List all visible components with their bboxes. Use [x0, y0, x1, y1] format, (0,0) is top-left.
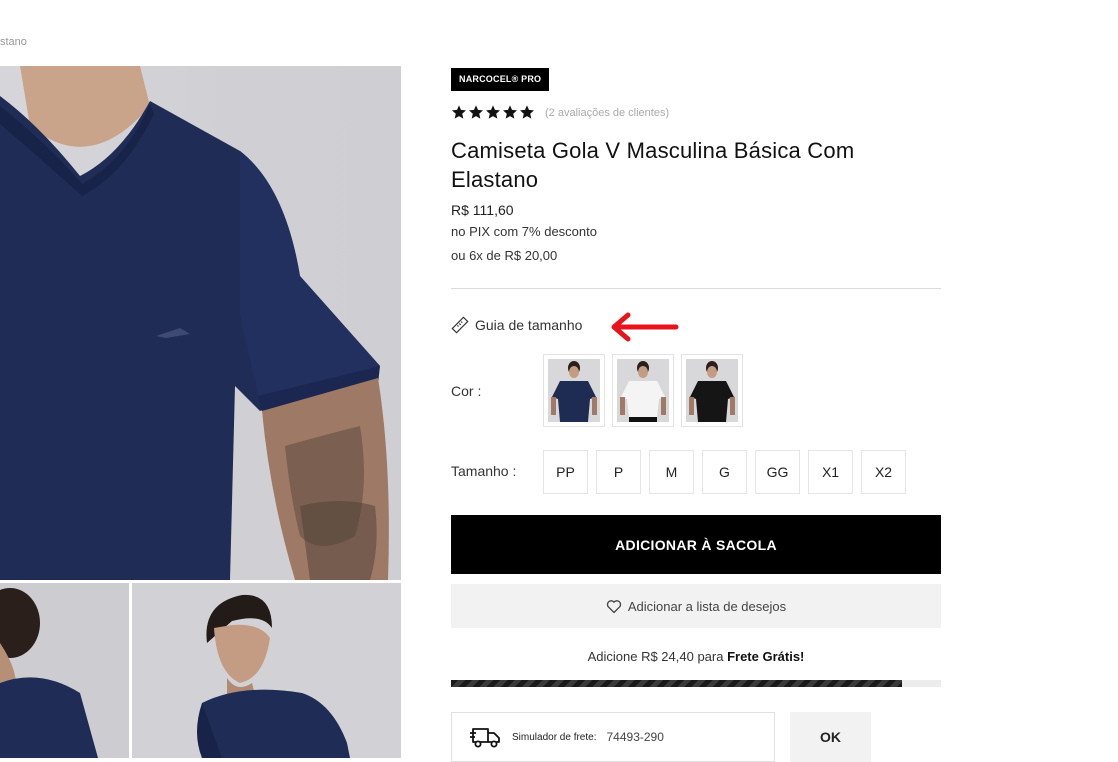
product-price: R$ 111,60 [451, 202, 514, 218]
calculate-shipping-button[interactable]: OK [790, 712, 871, 762]
size-option[interactable]: G [702, 450, 747, 494]
size-option[interactable]: M [649, 450, 694, 494]
shipping-simulator-label: Simulador de frete: [512, 731, 597, 743]
zip-code-input[interactable] [606, 730, 757, 744]
color-swatch-black[interactable] [681, 354, 743, 427]
heart-icon [606, 599, 622, 613]
free-shipping-prefix: Adicione R$ 24,40 para [587, 649, 728, 664]
installments: ou 6x de R$ 20,00 [451, 248, 558, 263]
product-main-image[interactable] [0, 66, 401, 580]
product-thumbnail-2[interactable] [132, 583, 401, 758]
brand-badge[interactable]: NARCOCEL® PRO [451, 68, 550, 91]
size-guide-link[interactable]: Guia de tamanho [451, 316, 582, 334]
size-option[interactable]: X1 [808, 450, 853, 494]
size-option[interactable]: X2 [861, 450, 906, 494]
free-shipping-progress [451, 680, 941, 687]
size-option[interactable]: PP [543, 450, 588, 494]
color-swatches [543, 354, 743, 427]
wishlist-label: Adicionar a lista de desejos [627, 598, 787, 614]
star-icon [469, 105, 483, 119]
color-swatch-navy[interactable] [543, 354, 605, 427]
color-label: Cor : [451, 383, 482, 399]
breadcrumb[interactable]: stano [0, 36, 27, 48]
free-shipping-message: Adicione R$ 24,40 para Frete Grátis! [451, 649, 941, 664]
pix-discount: no PIX com 7% desconto [451, 224, 597, 239]
star-icon [520, 105, 534, 119]
size-guide-label: Guia de tamanho [475, 317, 583, 333]
truck-icon [470, 728, 500, 748]
arrow-left-icon [611, 312, 679, 342]
star-icon [486, 105, 500, 119]
add-to-wishlist-button[interactable]: Adicionar a lista de desejos [451, 584, 941, 628]
reviews-link[interactable]: (2 avaliações de clientes) [545, 107, 669, 119]
color-swatch-white[interactable] [612, 354, 674, 427]
size-options: PP P M G GG X1 X2 [543, 450, 906, 494]
star-icon [452, 105, 466, 119]
rating-stars [451, 104, 535, 120]
add-to-bag-button[interactable]: ADICIONAR À SACOLA [451, 515, 941, 574]
shipping-simulator: Simulador de frete: [451, 712, 775, 762]
product-title: Camiseta Gola V Masculina Básica Com Ela… [451, 138, 855, 192]
product-thumbnail-1[interactable] [0, 583, 129, 758]
star-icon [503, 105, 517, 119]
free-shipping-highlight: Frete Grátis! [727, 649, 805, 664]
size-option[interactable]: GG [755, 450, 800, 494]
ruler-icon [451, 316, 469, 334]
divider [451, 288, 941, 289]
size-label: Tamanho : [451, 463, 517, 479]
size-option[interactable]: P [596, 450, 641, 494]
free-shipping-progress-fill [451, 680, 902, 687]
